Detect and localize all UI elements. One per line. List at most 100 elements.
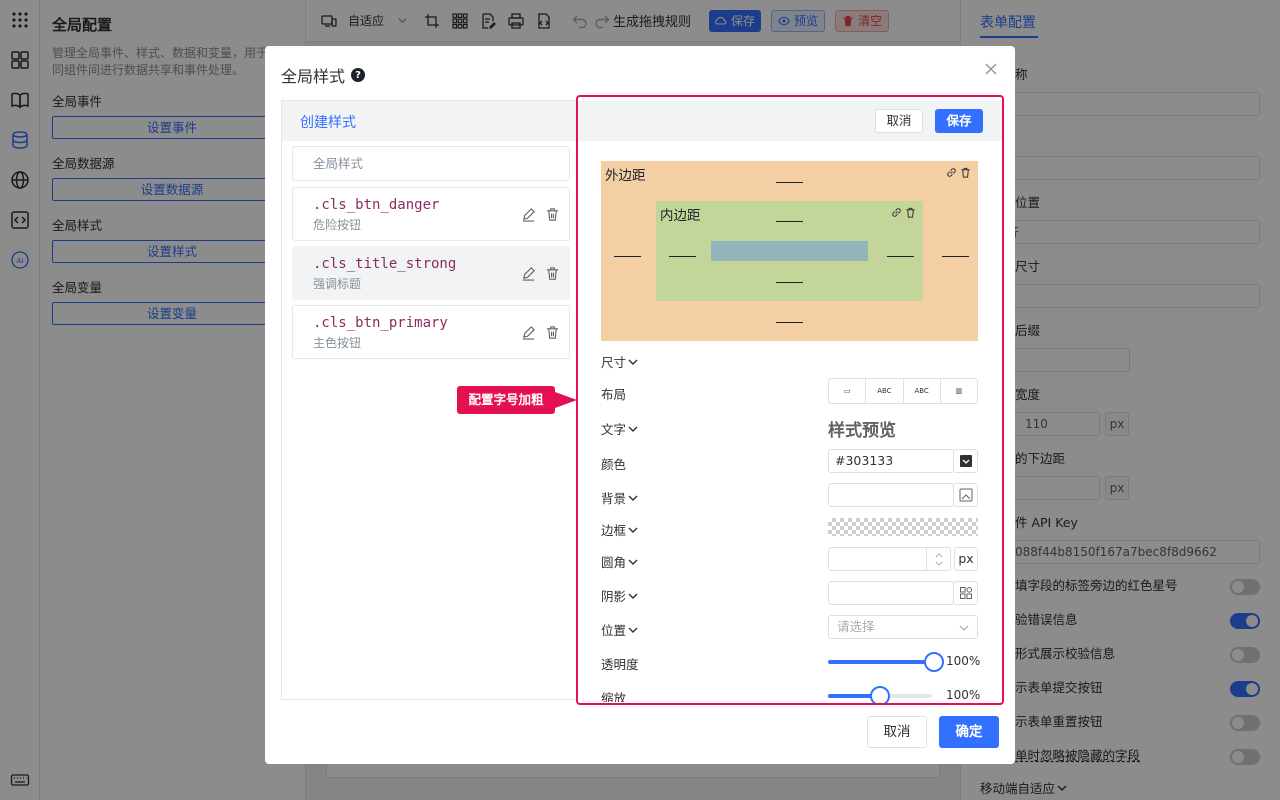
- callout-arrow: [555, 392, 577, 408]
- style-card-primary[interactable]: .cls_btn_primary 主色按钮: [292, 305, 570, 359]
- chevron-up-icon[interactable]: [935, 552, 943, 558]
- prop-radius-label: 圆角: [601, 555, 627, 570]
- prop-scale: 缩放: [601, 688, 626, 702]
- close-icon[interactable]: [982, 60, 1000, 78]
- padding-left-value[interactable]: [669, 256, 696, 257]
- layout-block-option[interactable]: ▭: [829, 379, 867, 403]
- edit-icon[interactable]: [521, 325, 536, 340]
- radius-unit: px: [954, 547, 978, 571]
- opacity-slider-fill: [828, 660, 932, 664]
- prop-text[interactable]: 文字: [601, 419, 638, 438]
- position-select[interactable]: 请选择: [828, 615, 978, 639]
- margin-label: 外边距: [605, 168, 646, 184]
- prop-shadow-label: 阴影: [601, 589, 627, 604]
- color-input[interactable]: #303133: [828, 449, 954, 473]
- scale-slider-knob[interactable]: [870, 686, 890, 703]
- style-preview-text: 样式预览: [828, 421, 896, 441]
- style-class-desc: 强调标题: [313, 277, 362, 291]
- link-icon[interactable]: [946, 167, 957, 178]
- layout-inline-block-option[interactable]: ABC: [904, 379, 941, 403]
- create-style-link[interactable]: 创建样式: [300, 112, 356, 132]
- delete-icon[interactable]: [545, 207, 560, 222]
- prop-background[interactable]: 背景: [601, 488, 638, 507]
- chevron-down-icon: [628, 495, 638, 501]
- delete-icon[interactable]: [545, 325, 560, 340]
- scale-value: 100%: [946, 688, 981, 702]
- prop-scale-label: 缩放: [601, 691, 627, 702]
- border-preview[interactable]: [828, 518, 978, 536]
- prop-background-label: 背景: [601, 491, 627, 506]
- margin-bottom-value[interactable]: [776, 322, 803, 323]
- opacity-slider-knob[interactable]: [924, 652, 944, 672]
- margin-left-value[interactable]: [614, 256, 641, 257]
- global-style-item[interactable]: 全局样式: [292, 146, 570, 181]
- link-icon[interactable]: [891, 207, 902, 218]
- margin-top-value[interactable]: [776, 182, 803, 183]
- modal-ok-button[interactable]: 确定: [939, 716, 999, 748]
- shapes-icon: [959, 587, 972, 599]
- background-input[interactable]: [828, 483, 954, 507]
- modal-cancel-button[interactable]: 取消: [867, 716, 927, 748]
- shadow-picker-button[interactable]: [953, 581, 978, 605]
- prop-color-label: 颜色: [601, 457, 627, 472]
- prop-layout: 布局: [601, 384, 626, 403]
- chevron-down-icon: [959, 625, 969, 631]
- style-class-desc: 主色按钮: [313, 336, 362, 350]
- scale-slider[interactable]: [828, 686, 940, 703]
- style-card-title-strong[interactable]: .cls_title_strong 强调标题: [292, 246, 570, 300]
- prop-border[interactable]: 边框: [601, 520, 638, 539]
- prop-position[interactable]: 位置: [601, 620, 638, 639]
- prop-opacity: 透明度: [601, 654, 639, 673]
- layout-options: ▭ ABC ABC ▥: [828, 378, 978, 404]
- prop-layout-label: 布局: [601, 387, 627, 402]
- position-placeholder: 请选择: [837, 619, 875, 634]
- prop-shadow[interactable]: 阴影: [601, 586, 638, 605]
- layout-flex-option[interactable]: ▥: [941, 379, 977, 403]
- opacity-slider[interactable]: [828, 652, 944, 672]
- padding-top-value[interactable]: [776, 221, 803, 222]
- prop-opacity-label: 透明度: [601, 657, 639, 672]
- chevron-down-icon: [628, 359, 638, 365]
- color-swatch-icon: [959, 455, 972, 467]
- help-icon[interactable]: ?: [351, 68, 366, 82]
- trash-icon[interactable]: [960, 167, 971, 178]
- edit-icon[interactable]: [521, 207, 536, 222]
- chevron-down-icon: [628, 593, 638, 599]
- prop-border-label: 边框: [601, 523, 627, 538]
- style-class-desc: 危险按钮: [313, 218, 362, 232]
- prop-text-label: 文字: [601, 422, 627, 437]
- prop-size-label: 尺寸: [601, 355, 627, 370]
- trash-icon[interactable]: [905, 207, 916, 218]
- chevron-down-icon: [628, 559, 638, 565]
- image-icon: [959, 488, 972, 502]
- style-class-name: .cls_title_strong: [313, 256, 457, 272]
- padding-bottom-value[interactable]: [776, 282, 803, 283]
- color-picker-button[interactable]: [953, 449, 978, 473]
- prop-size[interactable]: 尺寸: [601, 352, 638, 371]
- modal-title-text: 全局样式: [281, 67, 346, 86]
- style-card-danger[interactable]: .cls_btn_danger 危险按钮: [292, 187, 570, 241]
- style-class-name: .cls_btn_primary: [313, 315, 448, 331]
- prop-position-label: 位置: [601, 623, 627, 638]
- annotation-callout: 配置字号加粗: [457, 386, 555, 414]
- chevron-down-icon: [628, 527, 638, 533]
- delete-icon[interactable]: [545, 266, 560, 281]
- edit-icon[interactable]: [521, 266, 536, 281]
- shadow-input[interactable]: [828, 581, 954, 605]
- modal-title: 全局样式 ?: [281, 63, 366, 87]
- opacity-value: 100%: [946, 654, 981, 668]
- editor-save-button[interactable]: 保存: [935, 109, 983, 133]
- padding-right-value[interactable]: [887, 256, 914, 257]
- prop-radius[interactable]: 圆角: [601, 552, 638, 571]
- background-picker-button[interactable]: [953, 483, 978, 507]
- padding-label: 内边距: [660, 208, 701, 224]
- style-class-name: .cls_btn_danger: [313, 197, 440, 213]
- chevron-down-icon: [628, 426, 638, 432]
- margin-right-value[interactable]: [942, 256, 969, 257]
- chevron-down-icon: [628, 627, 638, 633]
- chevron-down-icon[interactable]: [935, 561, 943, 566]
- radius-stepper[interactable]: [926, 548, 950, 570]
- prop-color: 颜色: [601, 454, 626, 473]
- layout-inline-option[interactable]: ABC: [866, 379, 904, 403]
- editor-cancel-button[interactable]: 取消: [875, 109, 923, 133]
